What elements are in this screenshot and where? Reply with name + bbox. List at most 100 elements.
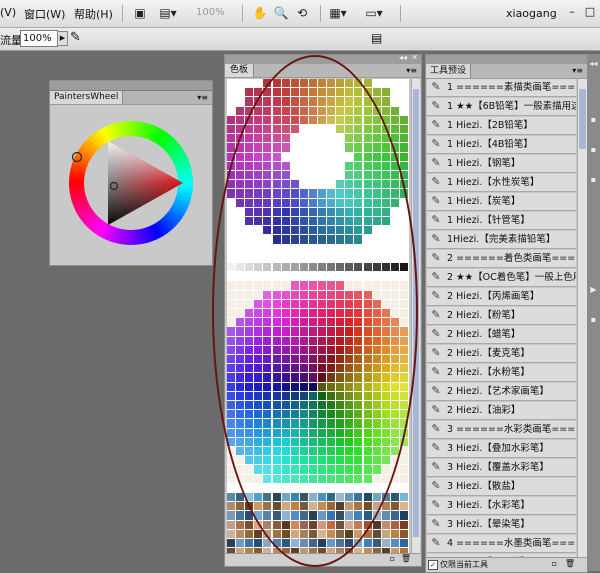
arrange-documents-icon[interactable]: ▦▾ xyxy=(328,4,348,22)
swatch[interactable] xyxy=(245,345,254,354)
swatch[interactable] xyxy=(336,456,345,465)
swatch[interactable] xyxy=(272,520,281,529)
swatch[interactable] xyxy=(354,79,363,88)
swatch[interactable] xyxy=(263,88,272,97)
swatch[interactable] xyxy=(390,428,399,437)
swatch[interactable] xyxy=(381,355,390,364)
swatch[interactable] xyxy=(327,511,336,520)
swatch[interactable] xyxy=(290,207,299,216)
swatch[interactable] xyxy=(390,235,399,244)
swatch[interactable] xyxy=(245,327,254,336)
swatch[interactable] xyxy=(263,79,272,88)
swatch[interactable] xyxy=(372,520,381,529)
color-wheel[interactable] xyxy=(58,108,204,258)
swatch[interactable] xyxy=(327,152,336,161)
swatch[interactable] xyxy=(299,401,308,410)
swatch[interactable] xyxy=(236,336,245,345)
swatch[interactable] xyxy=(272,327,281,336)
swatch[interactable] xyxy=(236,115,245,124)
swatch[interactable] xyxy=(336,244,345,253)
swatch[interactable] xyxy=(372,106,381,115)
swatch[interactable] xyxy=(327,364,336,373)
swatch[interactable] xyxy=(372,161,381,170)
swatch[interactable] xyxy=(381,419,390,428)
swatch[interactable] xyxy=(245,253,254,262)
swatch[interactable] xyxy=(236,511,245,520)
swatch[interactable] xyxy=(345,134,354,143)
swatch[interactable] xyxy=(263,382,272,391)
swatch[interactable] xyxy=(254,529,263,538)
swatch[interactable] xyxy=(227,79,236,88)
swatch[interactable] xyxy=(272,483,281,492)
view-extras-icon[interactable]: ▤▾ xyxy=(158,4,178,22)
swatch[interactable] xyxy=(336,235,345,244)
swatch[interactable] xyxy=(254,465,263,474)
swatch[interactable] xyxy=(363,125,372,134)
swatch[interactable] xyxy=(345,529,354,538)
swatch[interactable] xyxy=(399,152,408,161)
panel-drag-strip[interactable] xyxy=(426,55,587,64)
swatch[interactable] xyxy=(363,309,372,318)
swatch[interactable] xyxy=(281,382,290,391)
swatch[interactable] xyxy=(281,373,290,382)
swatch[interactable] xyxy=(336,134,345,143)
swatch[interactable] xyxy=(390,456,399,465)
swatch[interactable] xyxy=(372,189,381,198)
swatch[interactable] xyxy=(263,253,272,262)
swatch[interactable] xyxy=(263,456,272,465)
swatch[interactable] xyxy=(318,437,327,446)
swatch[interactable] xyxy=(281,217,290,226)
swatch[interactable] xyxy=(290,437,299,446)
swatch[interactable] xyxy=(363,355,372,364)
swatch[interactable] xyxy=(363,217,372,226)
swatch[interactable] xyxy=(336,299,345,308)
swatch[interactable] xyxy=(236,493,245,502)
swatch[interactable] xyxy=(254,456,263,465)
swatch[interactable] xyxy=(227,171,236,180)
swatch[interactable] xyxy=(381,143,390,152)
swatch[interactable] xyxy=(318,106,327,115)
swatch[interactable] xyxy=(399,79,408,88)
swatch[interactable] xyxy=(399,115,408,124)
swatch[interactable] xyxy=(245,483,254,492)
swatch[interactable] xyxy=(236,539,245,548)
preset-item[interactable]: ✎ 1 Hiezi.【水性炭笔】 xyxy=(427,174,576,192)
swatch[interactable] xyxy=(254,217,263,226)
swatch[interactable] xyxy=(299,299,308,308)
swatch[interactable] xyxy=(399,244,408,253)
swatch[interactable] xyxy=(290,290,299,299)
swatch[interactable] xyxy=(390,198,399,207)
swatch[interactable] xyxy=(318,373,327,382)
swatch[interactable] xyxy=(263,539,272,548)
swatch[interactable] xyxy=(390,88,399,97)
swatch[interactable] xyxy=(308,198,317,207)
swatch[interactable] xyxy=(327,115,336,124)
swatch[interactable] xyxy=(381,290,390,299)
swatch[interactable] xyxy=(245,364,254,373)
swatch[interactable] xyxy=(299,373,308,382)
swatch[interactable] xyxy=(236,465,245,474)
swatch[interactable] xyxy=(299,198,308,207)
swatch[interactable] xyxy=(327,539,336,548)
swatch[interactable] xyxy=(336,97,345,106)
swatch[interactable] xyxy=(372,336,381,345)
preset-item[interactable]: ✎ 2 Hiezi.【油彩】 xyxy=(427,402,576,420)
swatch[interactable] xyxy=(372,180,381,189)
swatch[interactable] xyxy=(381,483,390,492)
swatch[interactable] xyxy=(318,134,327,143)
swatch[interactable] xyxy=(372,456,381,465)
swatch[interactable] xyxy=(227,217,236,226)
swatch[interactable] xyxy=(245,198,254,207)
swatch[interactable] xyxy=(263,115,272,124)
swatch[interactable] xyxy=(372,382,381,391)
swatch[interactable] xyxy=(372,143,381,152)
swatch[interactable] xyxy=(381,456,390,465)
swatch[interactable] xyxy=(227,382,236,391)
swatch[interactable] xyxy=(381,529,390,538)
swatch[interactable] xyxy=(372,318,381,327)
swatch[interactable] xyxy=(281,189,290,198)
swatch[interactable] xyxy=(227,299,236,308)
swatch[interactable] xyxy=(336,207,345,216)
swatch[interactable] xyxy=(390,520,399,529)
swatch[interactable] xyxy=(299,511,308,520)
